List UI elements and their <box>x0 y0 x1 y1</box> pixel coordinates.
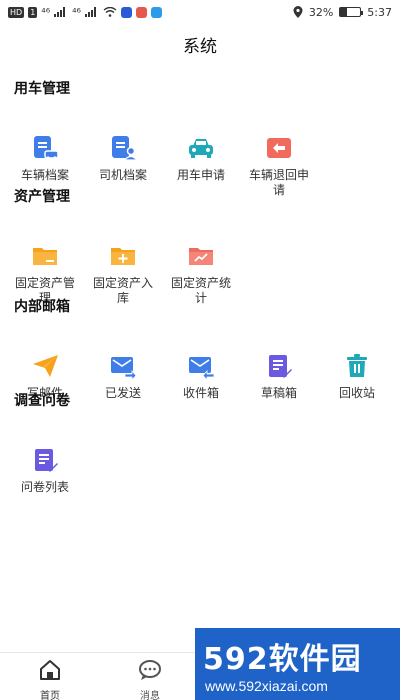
hd-chip: HD <box>8 6 25 18</box>
menu-item[interactable]: 车辆档案 <box>6 134 84 183</box>
watermark: 592软件园 www.592xiazai.com <box>195 628 400 700</box>
car-request-icon <box>189 139 213 158</box>
tab-messages-label: 消息 <box>140 691 160 700</box>
sim-chip: 1 <box>28 6 38 18</box>
watermark-url: www.592xiazai.com <box>205 678 328 694</box>
menu-item-label: 司机档案 <box>98 168 147 182</box>
signal-2-label: ⁴⁶ <box>72 5 81 19</box>
battery-icon <box>339 7 364 17</box>
section: 内部邮箱 写邮件 已发送 收件箱 草稿箱 回收站 <box>0 296 400 400</box>
app-notify-icon <box>120 6 132 18</box>
page-title: 系统 <box>183 37 217 57</box>
mail-sent-icon <box>111 357 137 380</box>
menu-item-label: 车辆档案 <box>20 168 69 182</box>
section-title: 资产管理 <box>14 189 70 205</box>
app-notify-icon <box>135 6 147 18</box>
status-left: HD 1 ⁴⁶ ⁴⁶ <box>8 6 162 19</box>
folder-manage-icon <box>33 248 57 265</box>
section: 用车管理 车辆档案 司机档案 用车申请 车辆退回申请 <box>0 78 400 197</box>
menu-item-label: 问卷列表 <box>20 480 69 494</box>
signal-bars-icon <box>54 7 66 17</box>
draft-icon <box>269 355 292 378</box>
car-file-icon <box>34 136 59 160</box>
car-return-icon <box>267 138 291 158</box>
status-bar: HD 1 ⁴⁶ ⁴⁶ 32% 5:37 <box>0 0 400 24</box>
signal-1-label: ⁴⁶ <box>41 5 51 19</box>
battery-level <box>340 8 347 16</box>
signal-bars-icon <box>84 7 96 17</box>
paper-plane-icon <box>33 355 58 377</box>
clock: 5:37 <box>367 5 392 19</box>
battery-percent: 32% <box>308 5 334 19</box>
section-title: 内部邮箱 <box>14 299 70 315</box>
folder-chart-icon <box>189 248 213 265</box>
chat-icon <box>139 660 161 680</box>
survey-list-icon <box>35 449 58 472</box>
menu-item[interactable]: 用车申请 <box>162 134 240 183</box>
folder-add-icon <box>111 248 135 265</box>
driver-file-icon <box>112 136 137 161</box>
menu-item[interactable]: 问卷列表 <box>6 446 84 495</box>
section: 资产管理 固定资产管理 固定资产入库 固定资产统计 <box>0 186 400 305</box>
menu-item-label: 用车申请 <box>176 168 225 182</box>
trash-icon <box>347 354 367 377</box>
location-icon <box>293 6 303 18</box>
menu-item[interactable]: 司机档案 <box>84 134 162 183</box>
section-title: 调查问卷 <box>14 393 70 409</box>
tab-home[interactable]: 首页 <box>10 659 90 700</box>
app-notify-icon <box>150 6 162 18</box>
tab-messages[interactable]: 消息 <box>110 659 190 700</box>
tab-home-label: 首页 <box>40 691 60 700</box>
section: 调查问卷 问卷列表 <box>0 390 400 494</box>
section-title: 用车管理 <box>14 81 70 97</box>
wifi-icon <box>103 7 117 17</box>
status-right: 32% 5:37 <box>293 6 392 19</box>
watermark-brand: 592软件园 <box>203 642 362 677</box>
mail-inbox-icon <box>189 357 215 380</box>
home-icon <box>40 660 60 680</box>
